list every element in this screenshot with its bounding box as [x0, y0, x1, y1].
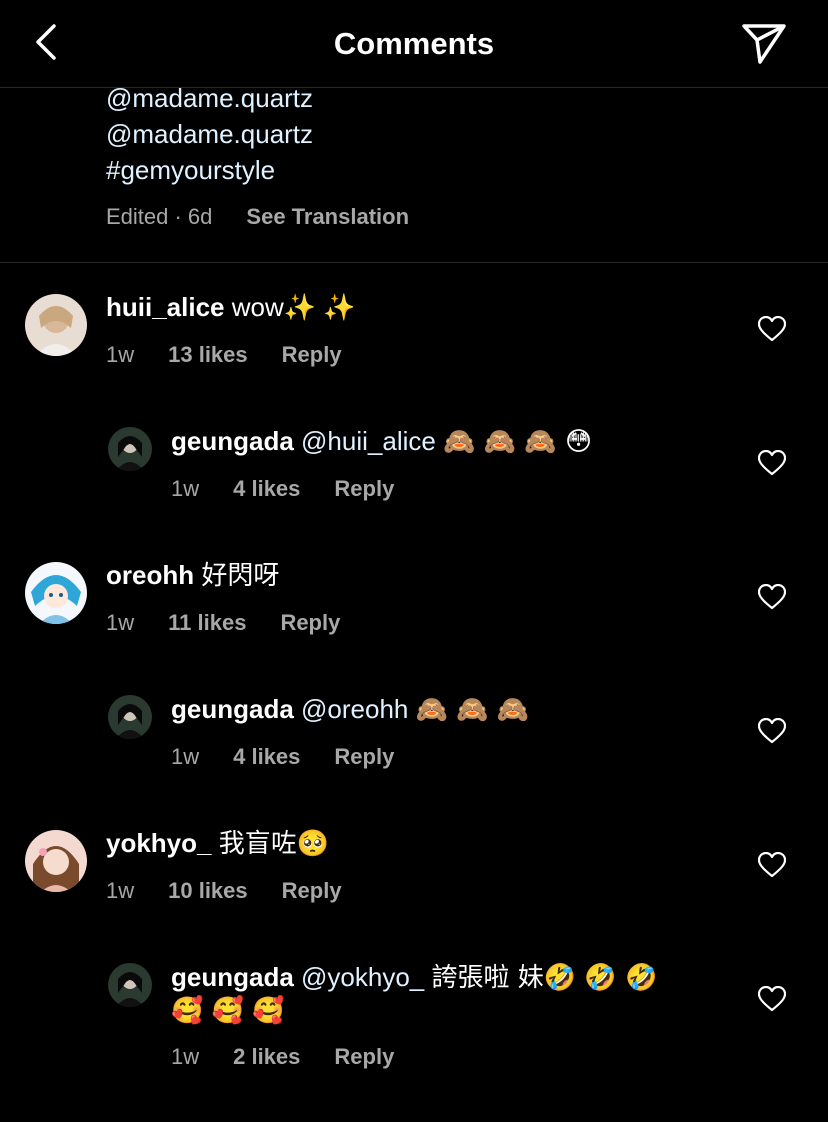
heart-icon	[757, 717, 787, 744]
comment-mention[interactable]: @yokhyo_	[301, 962, 424, 992]
comment-body: 🙈 🙈 🙈 😳	[443, 427, 593, 457]
like-button[interactable]	[757, 717, 787, 744]
reply-button[interactable]: Reply	[280, 610, 340, 636]
reply-button[interactable]: Reply	[334, 476, 394, 502]
comment-body: wow✨ ✨	[231, 292, 356, 322]
comment-text: geungada @huii_alice 🙈 🙈 🙈 😳	[171, 424, 592, 459]
caption-timestamp: Edited · 6d	[106, 204, 213, 229]
comment-meta: 1w 10 likes Reply	[106, 878, 342, 904]
comment-mention[interactable]: @oreohh	[301, 694, 408, 724]
comment-time: 1w	[106, 878, 135, 903]
heart-icon	[757, 315, 787, 342]
comment-meta: 1w 11 likes Reply	[106, 610, 340, 636]
comment-likes[interactable]: 13 likes	[168, 342, 248, 368]
paper-plane-icon	[742, 24, 786, 64]
comment-time: 1w	[106, 610, 135, 635]
comment-username[interactable]: geungada	[171, 426, 294, 456]
reply-button[interactable]: Reply	[334, 1044, 394, 1070]
avatar[interactable]	[108, 427, 152, 471]
comment-likes[interactable]: 4 likes	[233, 476, 300, 502]
heart-icon	[757, 583, 787, 610]
divider	[0, 262, 828, 263]
heart-icon	[757, 851, 787, 878]
comment-body-continued: 🥰 🥰 🥰	[171, 996, 285, 1026]
like-button[interactable]	[757, 449, 787, 476]
heart-icon	[757, 449, 787, 476]
comment-likes[interactable]: 2 likes	[233, 1044, 300, 1070]
heart-icon	[757, 985, 787, 1012]
like-button[interactable]	[757, 583, 787, 610]
caption-hashtag[interactable]: #gemyourstyle	[106, 152, 313, 188]
avatar[interactable]	[25, 562, 87, 624]
comment-likes[interactable]: 11 likes	[168, 610, 246, 636]
avatar[interactable]	[108, 695, 152, 739]
comment-mention[interactable]: @huii_alice	[301, 426, 436, 456]
comment-text: geungada @oreohh 🙈 🙈 🙈	[171, 692, 529, 727]
comment-meta: 1w 4 likes Reply	[171, 744, 394, 770]
comment-username[interactable]: geungada	[171, 962, 294, 992]
comment-time: 1w	[171, 476, 200, 501]
comment-body: 我盲咗🥺	[218, 828, 330, 858]
comment-meta: 1w 4 likes Reply	[171, 476, 394, 502]
like-button[interactable]	[757, 315, 787, 342]
comment-likes[interactable]: 10 likes	[168, 878, 248, 904]
avatar[interactable]	[25, 830, 87, 892]
avatar[interactable]	[108, 963, 152, 1007]
comment-body: 🙈 🙈 🙈	[415, 695, 530, 725]
comment-username[interactable]: geungada	[171, 694, 294, 724]
like-button[interactable]	[757, 985, 787, 1012]
comment-body: 誇張啦 妹🤣 🤣 🤣	[431, 963, 658, 993]
caption-mention[interactable]: @madame.quartz	[106, 116, 313, 152]
comment-meta: 1w 2 likes Reply	[171, 1044, 394, 1070]
comment-time: 1w	[171, 744, 200, 769]
comment-username[interactable]: yokhyo_	[106, 828, 212, 858]
reply-button[interactable]: Reply	[282, 878, 342, 904]
comment-meta: 1w 13 likes Reply	[106, 342, 342, 368]
comment-username[interactable]: huii_alice	[106, 292, 225, 322]
reply-button[interactable]: Reply	[282, 342, 342, 368]
post-caption: @madame.quartz @madame.quartz #gemyourst…	[106, 80, 409, 229]
like-button[interactable]	[757, 851, 787, 878]
page-title: Comments	[333, 26, 495, 61]
share-button[interactable]	[740, 22, 788, 66]
avatar[interactable]	[25, 294, 87, 356]
comment-time: 1w	[106, 342, 135, 367]
reply-button[interactable]: Reply	[334, 744, 394, 770]
comment-text: yokhyo_ 我盲咗🥺	[106, 826, 329, 860]
comment-text: oreohh 好閃呀	[106, 558, 279, 592]
comment-username[interactable]: oreohh	[106, 560, 194, 590]
comment-text: huii_alice wow✨ ✨	[106, 290, 356, 324]
header-bar: Comments	[0, 0, 828, 88]
comment-text: geungada @yokhyo_ 誇張啦 妹🤣 🤣 🤣	[171, 960, 657, 995]
see-translation-button[interactable]: See Translation	[246, 204, 409, 229]
comment-time: 1w	[171, 1044, 200, 1069]
comment-likes[interactable]: 4 likes	[233, 744, 300, 770]
comment-body: 好閃呀	[201, 560, 280, 590]
caption-meta: Edited · 6d See Translation	[106, 204, 409, 230]
